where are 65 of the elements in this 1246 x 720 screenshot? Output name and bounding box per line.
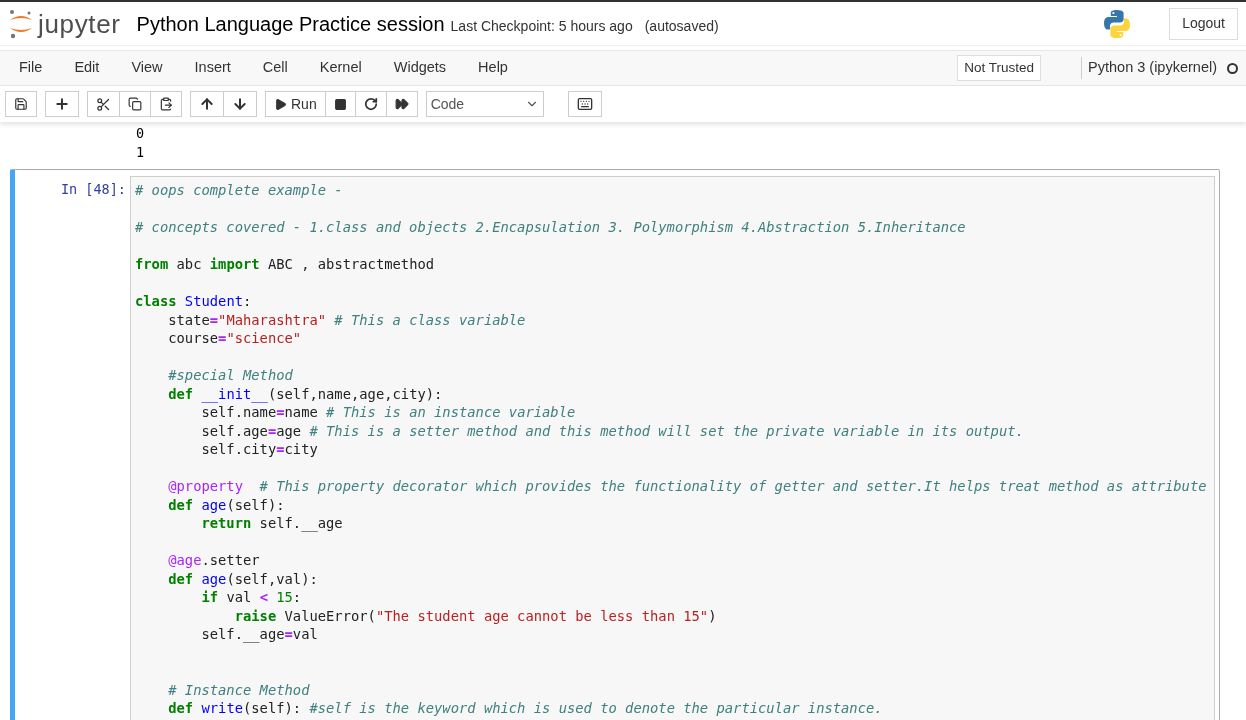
kernel-name[interactable]: Python 3 (ipykernel) — [1088, 57, 1217, 79]
menu-item[interactable]: Insert — [183, 57, 242, 79]
stop-icon — [333, 97, 347, 111]
output-line: 1 — [136, 142, 145, 161]
menu-item[interactable]: Widgets — [382, 57, 458, 79]
insert-cell-button[interactable] — [45, 91, 79, 117]
save-button[interactable] — [5, 91, 37, 117]
code-line: #special Method — [167, 366, 293, 385]
cut-icon — [96, 96, 111, 112]
code-line: self.name=name # This is an instance variable — [200, 403, 576, 422]
menu-item[interactable]: File — [8, 57, 54, 79]
arrow-down-icon — [232, 96, 248, 112]
menu-item[interactable]: Help — [467, 57, 519, 79]
code-line: class Student: — [135, 292, 252, 311]
play-icon — [274, 97, 287, 111]
code-line: # Instance Method — [167, 680, 310, 699]
code-line: self.__age=val — [200, 625, 318, 644]
move-up-button[interactable] — [190, 91, 224, 117]
checkpoint-status: Last Checkpoint: 5 hours ago — [450, 16, 633, 36]
output-line: 0 — [136, 124, 145, 143]
move-down-button[interactable] — [223, 91, 257, 117]
menu-item[interactable]: View — [120, 57, 174, 79]
copy-button[interactable] — [119, 91, 151, 117]
code-line: self.age=age # This is a setter method and this method will set the private variable in its output. — [200, 421, 1024, 440]
jupyter-wordmark: jupyter — [38, 10, 121, 37]
menu-item[interactable]: Edit — [63, 57, 111, 79]
code-line: def __init__(self,name,age,city): — [167, 384, 443, 403]
plus-icon — [54, 96, 70, 112]
command-palette-button[interactable] — [567, 91, 602, 117]
restart-button[interactable] — [354, 91, 387, 117]
code-line: def age(self): — [167, 495, 285, 514]
stop-button[interactable] — [324, 91, 356, 117]
keyboard-icon — [576, 96, 593, 112]
save-icon — [14, 97, 28, 111]
jupyter-logo-icon — [8, 8, 34, 39]
menu-item[interactable]: Cell — [251, 57, 299, 79]
paste-button[interactable] — [150, 91, 182, 117]
copy-icon — [128, 97, 142, 111]
run-button[interactable]: Run — [265, 91, 326, 117]
arrow-up-icon — [199, 96, 215, 112]
logout-button[interactable]: Logout — [1169, 7, 1238, 40]
code-line: @age.setter — [167, 551, 260, 570]
notebook-title[interactable]: Python Language Practice session — [136, 8, 445, 39]
paste-icon — [159, 97, 173, 111]
code-line: course="science" — [167, 329, 302, 348]
code-line: def write(self): #self is the keyword which is used to denote the particular instance. — [167, 699, 883, 718]
code-line: if val < 15: — [200, 588, 302, 607]
code-line: def age(self,val): — [167, 569, 318, 588]
cut-button[interactable] — [87, 91, 120, 117]
restart-icon — [363, 97, 378, 111]
code-line: state="Maharashtra" # This a class variable — [167, 310, 526, 329]
code-line: # concepts covered - 1.class and objects 2.Encapsulation 3. Polymorphism 4.Abstraction 5.Inheritance — [135, 218, 966, 237]
autosave-status: (autosaved) — [644, 16, 719, 36]
code-line: return self.__age — [200, 514, 343, 533]
code-line: self.city=city — [200, 440, 318, 459]
fast-forward-icon — [394, 97, 409, 111]
input-prompt: In [48]: — [60, 180, 126, 199]
code-line: @property # This property decorator which provides the functionality of getter and setter.It helps treat method as attribute — [167, 477, 1207, 496]
code-line: from abc import ABC , abstractmethod — [135, 255, 435, 274]
trust-indicator[interactable]: Not Trusted — [957, 54, 1042, 82]
code-line: raise ValueError("The student age cannot be less than 15") — [233, 606, 717, 625]
cell-type-dropdown[interactable]: Code — [425, 91, 544, 117]
menu-item[interactable]: Kernel — [308, 57, 373, 79]
code-line: # oops complete example - — [135, 181, 343, 200]
run-all-button[interactable] — [385, 91, 418, 117]
